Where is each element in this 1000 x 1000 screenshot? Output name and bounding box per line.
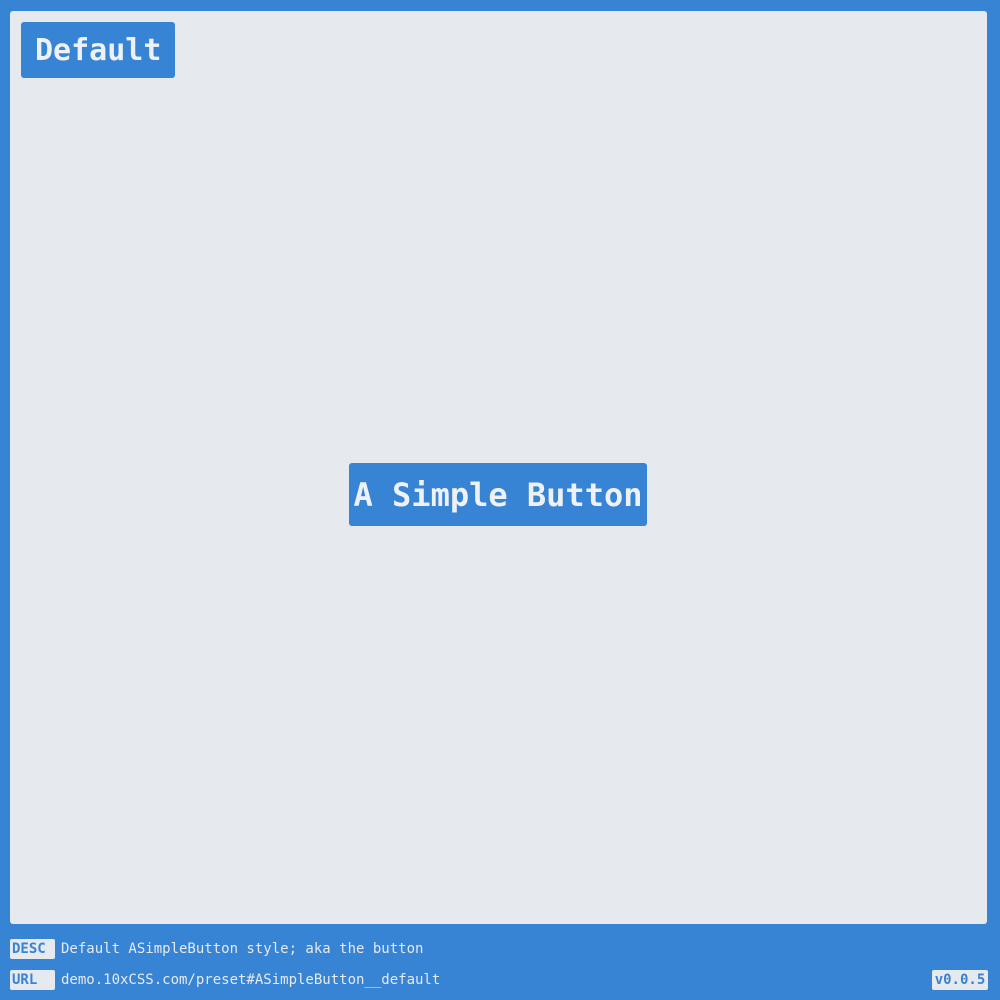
description-text: Default ASimpleButton style; aka the but… (61, 941, 424, 957)
url-link[interactable]: demo.10xCSS.com/preset#ASimpleButton__de… (61, 972, 440, 988)
demo-stage: Default A Simple Button (10, 11, 987, 924)
url-row: URL demo.10xCSS.com/preset#ASimpleButton… (10, 970, 440, 990)
url-tag: URL (10, 970, 55, 990)
version-badge: v0.0.5 (932, 970, 988, 990)
simple-button[interactable]: A Simple Button (349, 463, 647, 526)
preset-title: Default (21, 22, 176, 78)
desc-tag: DESC (10, 939, 55, 959)
description-row: DESC Default ASimpleButton style; aka th… (10, 939, 423, 959)
